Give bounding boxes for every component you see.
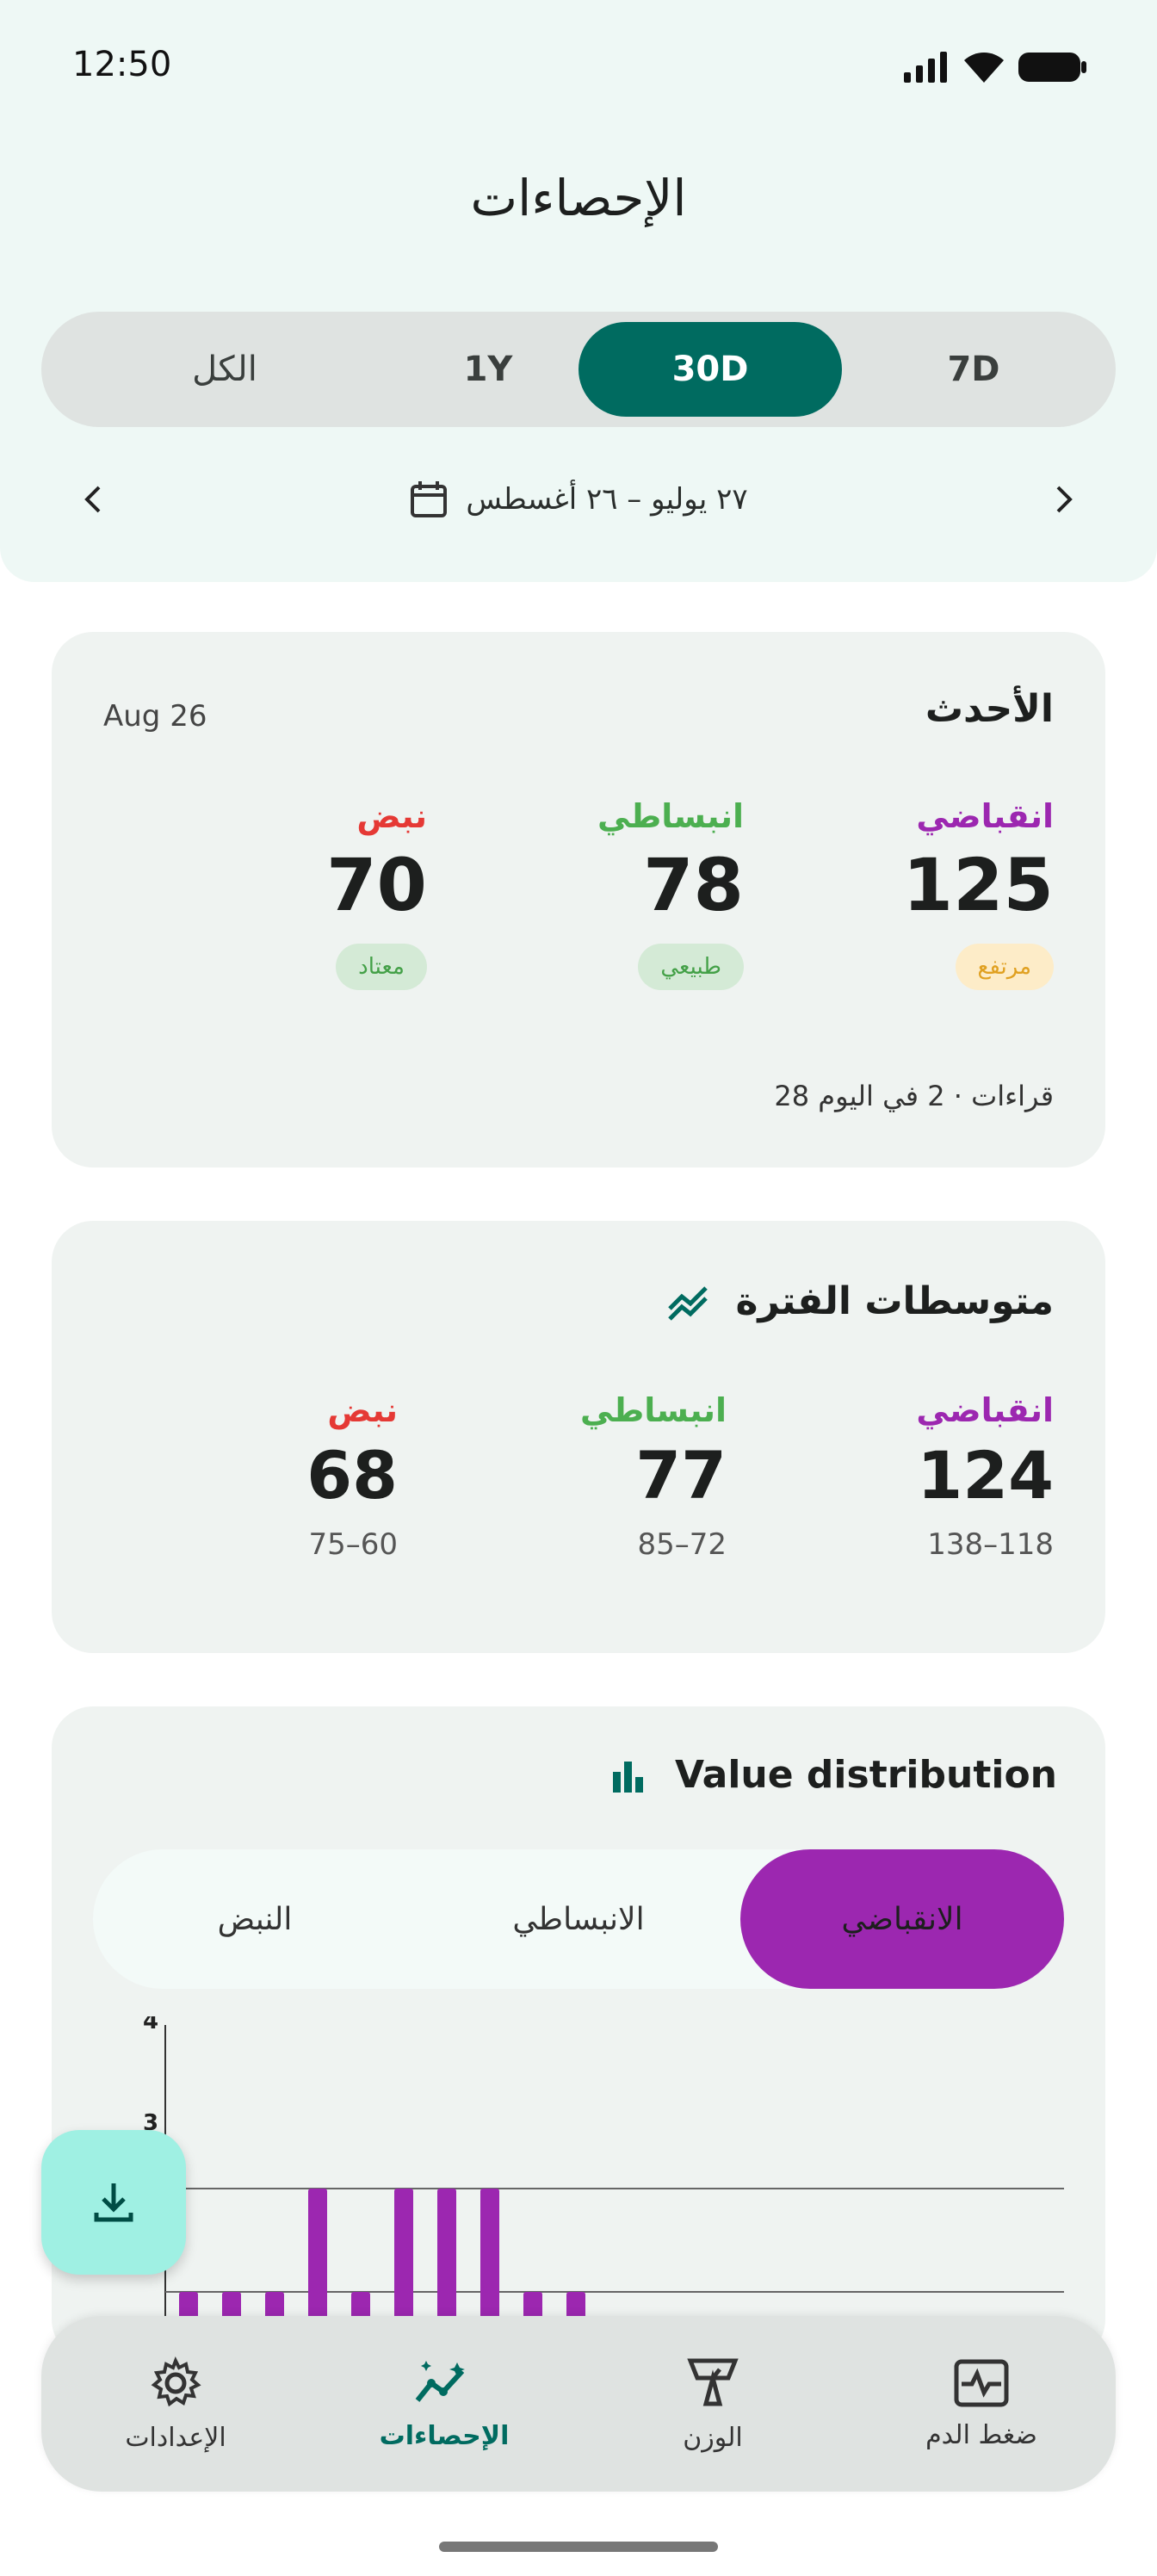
avg-pulse: نبض 68 75–60 <box>174 1391 398 1562</box>
wifi-icon <box>964 53 1004 83</box>
signal-icon <box>904 52 947 83</box>
averages-title: متوسطات الفترة <box>735 1279 1054 1323</box>
latest-pulse: نبض 70 معتاد <box>203 797 427 990</box>
battery-icon <box>1018 53 1086 82</box>
download-icon <box>94 2183 133 2222</box>
status-icons <box>902 48 1088 86</box>
home-indicator[interactable] <box>439 2542 718 2552</box>
status-bar: 12:50 <box>0 0 1157 129</box>
diastolic-value: 78 <box>643 843 744 927</box>
export-button[interactable] <box>41 2130 186 2275</box>
trend-icon <box>668 1285 708 1321</box>
date-range[interactable]: ٢٧ يوليو – ٢٦ أغسطس <box>0 465 1157 534</box>
latest-title: الأحدث <box>925 687 1054 731</box>
nav-settings[interactable]: الإعدادات <box>41 2316 310 2492</box>
nav-label-weight: الوزن <box>683 2422 743 2453</box>
systolic-status-badge: مرتفع <box>955 944 1054 990</box>
avg-systolic: انقباضي 124 138–118 <box>830 1391 1054 1562</box>
distribution-header: Value distribution <box>609 1753 1057 1797</box>
readings-note: 28 قراءات · 2 في اليوم <box>774 1080 1054 1112</box>
avg-pulse-label: نبض <box>327 1391 398 1429</box>
next-period-button[interactable] <box>1036 472 1092 527</box>
avg-diastolic-value: 77 <box>635 1437 727 1514</box>
bar-chart-icon <box>613 1761 644 1793</box>
bottom-nav: الإعدادات الإحصاءات الوزن ضغط الدم <box>41 2316 1116 2492</box>
chevron-right-icon <box>1056 486 1073 513</box>
calendar-icon <box>411 481 448 517</box>
nav-statistics[interactable]: الإحصاءات <box>310 2316 578 2492</box>
gear-icon <box>151 2356 201 2406</box>
avg-diastolic-range: 85–72 <box>637 1527 727 1562</box>
nav-label-statistics: الإحصاءات <box>379 2420 510 2451</box>
date-range-label: ٢٧ يوليو – ٢٦ أغسطس <box>466 482 748 517</box>
status-time: 12:50 <box>72 45 172 84</box>
tab-systolic[interactable]: الانقباضي <box>740 1849 1064 1989</box>
latest-date: Aug 26 <box>103 699 207 734</box>
nav-blood-pressure[interactable]: ضغط الدم <box>847 2316 1116 2492</box>
nav-label-settings: الإعدادات <box>125 2422 226 2453</box>
tab-pulse[interactable]: النبض <box>93 1849 417 1989</box>
diastolic-label: انبساطي <box>597 797 744 835</box>
latest-diastolic: انبساطي 78 طبيعي <box>520 797 744 990</box>
pulse-value: 70 <box>326 843 427 927</box>
avg-systolic-range: 138–118 <box>927 1527 1054 1562</box>
heart-monitor-icon <box>954 2359 1009 2406</box>
systolic-value: 125 <box>902 843 1054 927</box>
nav-label-blood-pressure: ضغط الدم <box>925 2419 1037 2450</box>
tab-diastolic[interactable]: الانبساطي <box>417 1849 740 1989</box>
distribution-card: Value distribution النبض الانبساطي الانق… <box>52 1706 1105 2361</box>
systolic-label: انقباضي <box>916 797 1054 835</box>
distribution-title: Value distribution <box>675 1753 1057 1797</box>
averages-card: متوسطات الفترة انقباضي 124 138–118 انبسا… <box>52 1221 1105 1653</box>
avg-pulse-value: 68 <box>306 1437 398 1514</box>
scale-icon <box>687 2358 739 2406</box>
period-selector: الكل 1Y 30D 7D <box>41 312 1116 427</box>
diastolic-status-badge: طبيعي <box>638 944 744 990</box>
avg-diastolic: انبساطي 77 85–72 <box>503 1391 727 1562</box>
avg-pulse-range: 75–60 <box>308 1527 398 1562</box>
period-30d[interactable]: 30D <box>578 322 842 417</box>
date-navigator: ٢٧ يوليو – ٢٦ أغسطس <box>0 465 1157 534</box>
distribution-chart: 43 <box>143 2016 1064 2361</box>
pulse-status-badge: معتاد <box>336 944 427 990</box>
avg-systolic-label: انقباضي <box>916 1391 1054 1429</box>
pulse-label: نبض <box>356 797 427 835</box>
latest-systolic: انقباضي 125 مرتفع <box>830 797 1054 990</box>
stats-icon <box>415 2360 465 2402</box>
averages-header: متوسطات الفترة <box>666 1279 1054 1323</box>
avg-systolic-value: 124 <box>917 1437 1054 1514</box>
period-7d[interactable]: 7D <box>842 322 1105 417</box>
y-tick-label: 4 <box>143 2016 158 2034</box>
page-title: الإحصاءات <box>470 169 687 227</box>
nav-weight[interactable]: الوزن <box>578 2316 847 2492</box>
avg-diastolic-label: انبساطي <box>580 1391 727 1429</box>
distribution-tabs: النبض الانبساطي الانقباضي <box>93 1849 1064 1989</box>
latest-card: الأحدث Aug 26 انقباضي 125 مرتفع انبساطي … <box>52 632 1105 1167</box>
period-all[interactable]: الكل <box>93 322 356 417</box>
